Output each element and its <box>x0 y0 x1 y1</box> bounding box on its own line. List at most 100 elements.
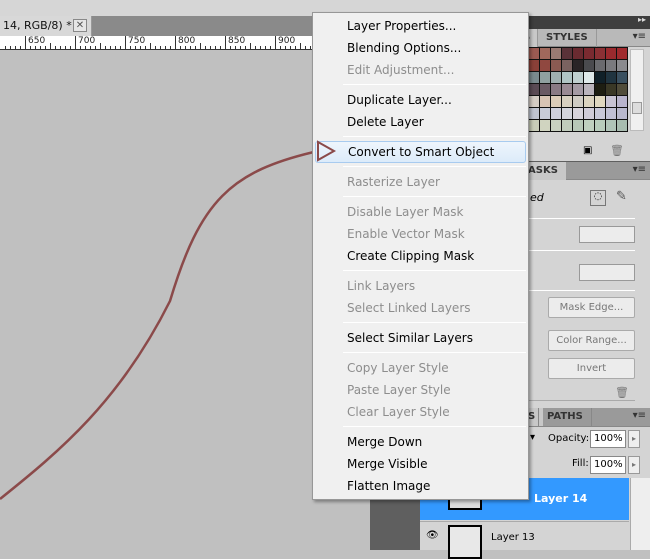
color-swatch[interactable] <box>617 96 627 107</box>
color-swatch[interactable] <box>529 120 539 131</box>
eye-icon[interactable]: 👁 <box>426 530 439 541</box>
panel-menu-icon[interactable]: ▾≡ <box>633 410 646 421</box>
color-swatch[interactable] <box>551 120 561 131</box>
color-swatch[interactable] <box>529 108 539 119</box>
tab-styles[interactable]: STYLES <box>537 29 597 47</box>
color-swatch[interactable] <box>595 48 605 59</box>
document-tab[interactable]: 14, RGB/8) * ✕ <box>0 16 92 36</box>
color-swatch[interactable] <box>595 72 605 83</box>
fill-field[interactable]: 100% <box>590 456 626 474</box>
color-swatch[interactable] <box>562 72 572 83</box>
menu-item-delete-layer[interactable]: Delete Layer <box>315 111 526 133</box>
close-icon[interactable]: ✕ <box>73 19 87 32</box>
color-swatch[interactable] <box>529 60 539 71</box>
color-swatch[interactable] <box>595 120 605 131</box>
panel-menu-icon[interactable]: ▾≡ <box>633 164 646 175</box>
color-swatch[interactable] <box>551 84 561 95</box>
opacity-slider-button[interactable]: ▸ <box>628 430 640 448</box>
color-swatch[interactable] <box>562 120 572 131</box>
color-swatch[interactable] <box>540 120 550 131</box>
menu-item-convert-to-smart-object[interactable]: Convert to Smart Object <box>315 141 526 163</box>
tab-paths[interactable]: PATHS <box>538 408 592 426</box>
color-swatch[interactable] <box>562 48 572 59</box>
color-swatch[interactable] <box>562 96 572 107</box>
color-swatch[interactable] <box>540 96 550 107</box>
color-swatch[interactable] <box>617 72 627 83</box>
color-swatch[interactable] <box>606 60 616 71</box>
color-swatch[interactable] <box>606 96 616 107</box>
new-swatch-icon[interactable]: ▣ <box>583 145 592 156</box>
panel-menu-icon[interactable]: ▾≡ <box>633 31 646 42</box>
color-swatch[interactable] <box>595 108 605 119</box>
layer-row[interactable]: 👁 Layer 13 <box>420 521 629 559</box>
color-range-button[interactable]: Color Range... <box>548 330 635 351</box>
color-swatch[interactable] <box>540 72 550 83</box>
color-swatch[interactable] <box>573 60 583 71</box>
color-swatch[interactable] <box>573 72 583 83</box>
color-swatch[interactable] <box>584 60 594 71</box>
color-swatch[interactable] <box>529 84 539 95</box>
feather-field[interactable] <box>579 264 635 281</box>
color-swatch[interactable] <box>606 84 616 95</box>
collapse-icon[interactable]: ▸▸ <box>638 15 646 24</box>
color-swatch[interactable] <box>562 84 572 95</box>
color-swatch[interactable] <box>606 120 616 131</box>
menu-item-flatten-image[interactable]: Flatten Image <box>315 475 526 497</box>
menu-item-select-similar-layers[interactable]: Select Similar Layers <box>315 327 526 349</box>
color-swatch[interactable] <box>573 108 583 119</box>
blend-mode-dropdown[interactable]: ▾ <box>530 432 535 443</box>
opacity-field[interactable]: 100% <box>590 430 626 448</box>
mask-edge-button[interactable]: Mask Edge... <box>548 297 635 318</box>
color-swatch[interactable] <box>595 84 605 95</box>
color-swatch[interactable] <box>584 84 594 95</box>
color-swatch[interactable] <box>551 96 561 107</box>
menu-item-merge-visible[interactable]: Merge Visible <box>315 453 526 475</box>
add-vector-mask-icon[interactable]: ✎ <box>616 189 627 204</box>
color-swatch[interactable] <box>617 84 627 95</box>
fill-slider-button[interactable]: ▸ <box>628 456 640 474</box>
color-swatch[interactable] <box>551 48 561 59</box>
color-swatch[interactable] <box>595 60 605 71</box>
color-swatch[interactable] <box>573 48 583 59</box>
color-swatch[interactable] <box>584 120 594 131</box>
trash-icon[interactable]: 🗑 <box>615 386 629 399</box>
color-swatch[interactable] <box>540 108 550 119</box>
layers-scrollbar[interactable] <box>630 478 650 550</box>
menu-item-blending-options[interactable]: Blending Options... <box>315 37 526 59</box>
color-swatch[interactable] <box>573 96 583 107</box>
color-swatch[interactable] <box>573 84 583 95</box>
color-swatch[interactable] <box>584 48 594 59</box>
swatches-scrollbar[interactable] <box>630 49 644 131</box>
add-pixel-mask-icon[interactable]: ◌ <box>590 190 606 206</box>
color-swatch[interactable] <box>606 108 616 119</box>
color-swatch[interactable] <box>551 60 561 71</box>
color-swatch[interactable] <box>606 48 616 59</box>
color-swatch[interactable] <box>540 84 550 95</box>
color-swatch[interactable] <box>617 108 627 119</box>
color-swatch[interactable] <box>617 48 627 59</box>
menu-item-merge-down[interactable]: Merge Down <box>315 431 526 453</box>
color-swatch[interactable] <box>617 120 627 131</box>
invert-button[interactable]: Invert <box>548 358 635 379</box>
menu-item-create-clipping-mask[interactable]: Create Clipping Mask <box>315 245 526 267</box>
scroll-thumb[interactable] <box>632 102 642 114</box>
color-swatch[interactable] <box>595 96 605 107</box>
menu-item-duplicate-layer[interactable]: Duplicate Layer... <box>315 89 526 111</box>
color-swatch[interactable] <box>562 60 572 71</box>
color-swatch[interactable] <box>551 108 561 119</box>
color-swatch[interactable] <box>529 48 539 59</box>
color-swatch[interactable] <box>562 108 572 119</box>
color-swatch[interactable] <box>551 72 561 83</box>
color-swatch[interactable] <box>584 108 594 119</box>
color-swatch[interactable] <box>573 120 583 131</box>
color-swatch[interactable] <box>529 96 539 107</box>
color-swatch[interactable] <box>529 72 539 83</box>
color-swatch[interactable] <box>584 96 594 107</box>
color-swatch[interactable] <box>540 48 550 59</box>
menu-item-layer-properties[interactable]: Layer Properties... <box>315 15 526 37</box>
color-swatch[interactable] <box>617 60 627 71</box>
density-field[interactable] <box>579 226 635 243</box>
color-swatch[interactable] <box>584 72 594 83</box>
color-swatch[interactable] <box>606 72 616 83</box>
trash-icon[interactable]: 🗑 <box>610 144 624 157</box>
